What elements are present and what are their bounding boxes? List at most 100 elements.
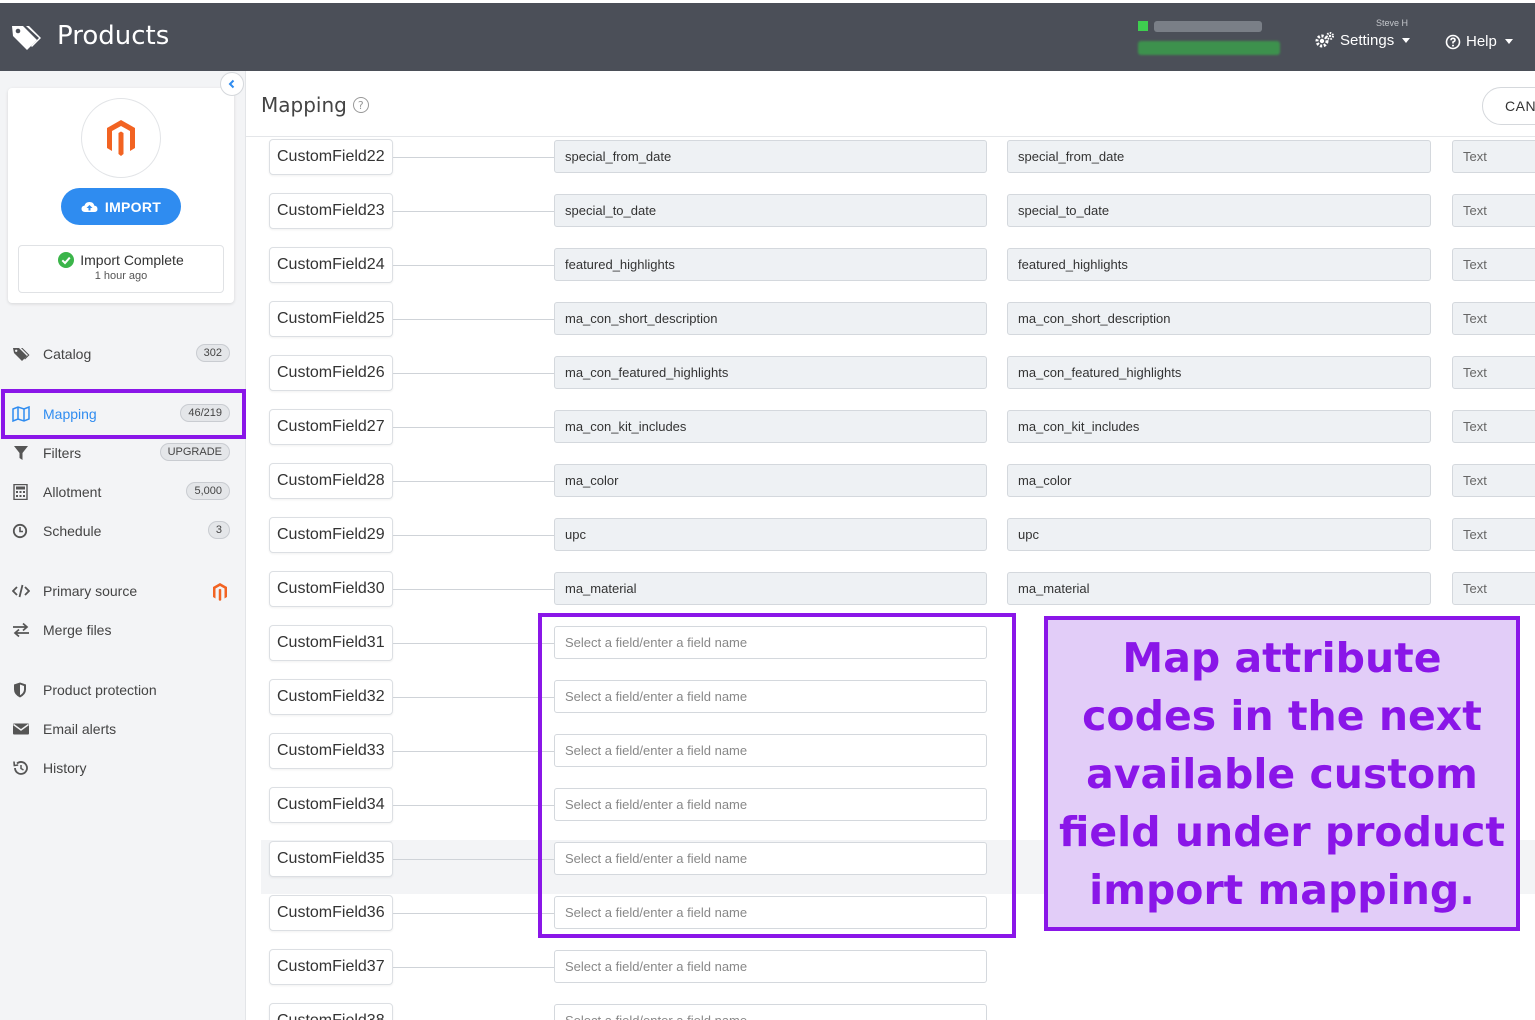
code-icon	[12, 584, 30, 598]
magento-logo-icon	[107, 120, 135, 156]
sidebar-item-schedule[interactable]: Schedule 3	[0, 516, 246, 546]
mapping-row: CustomField26 ma_con_featured_highlights m…	[261, 354, 1535, 408]
sidebar-item-email-alerts[interactable]: Email alerts	[0, 714, 246, 744]
destination-field[interactable]: ma_con_short_description	[1007, 302, 1431, 335]
sidebar-item-filters[interactable]: Filters UPGRADE	[0, 438, 246, 468]
source-field-select[interactable]: ma_con_kit_includes	[554, 410, 987, 443]
destination-field[interactable]: upc	[1007, 518, 1431, 551]
user-name: Steve H	[1376, 18, 1409, 28]
cloud-upload-icon	[81, 201, 98, 212]
mapping-row: CustomField22 special_from_date special_fr…	[261, 138, 1535, 192]
connector-line	[393, 913, 554, 914]
filter-icon	[14, 446, 28, 460]
sidebar-item-label: Product protection	[43, 682, 157, 698]
status-time: 1 hour ago	[94, 270, 148, 282]
custom-field-label: CustomField35	[269, 841, 393, 877]
magento-logo-icon	[213, 583, 227, 601]
mapping-row: CustomField24 featured_highlights featured…	[261, 246, 1535, 300]
import-button[interactable]: IMPORT	[61, 188, 181, 225]
custom-field-label: CustomField38	[269, 1003, 393, 1020]
source-field-select[interactable]: upc	[554, 518, 987, 551]
sidebar-item-label: Merge files	[43, 622, 112, 638]
mapping-row: CustomField28 ma_color ma_color Text	[261, 462, 1535, 516]
sidebar-item-label: Email alerts	[43, 721, 117, 737]
connector-line	[393, 481, 554, 482]
connector-line	[393, 157, 554, 158]
connector-line	[393, 589, 554, 590]
sidebar-item-history[interactable]: History	[0, 753, 246, 783]
source-field-select[interactable]: ma_con_featured_highlights	[554, 356, 987, 389]
connector-line	[393, 805, 554, 806]
source-field-select[interactable]: special_to_date	[554, 194, 987, 227]
account-info-redacted	[1138, 19, 1280, 57]
source-field-input[interactable]: Select a field/enter a field name	[554, 1004, 987, 1020]
source-field-input[interactable]: Select a field/enter a field name	[554, 950, 987, 983]
sidebar-item-merge-files[interactable]: Merge files	[0, 615, 246, 645]
custom-field-label: CustomField22	[269, 139, 393, 175]
settings-menu[interactable]: Settings	[1315, 31, 1411, 49]
tag-icon	[13, 348, 30, 361]
connector-line	[393, 319, 554, 320]
mapping-row: CustomField38 Select a field/enter a fiel…	[261, 1002, 1535, 1020]
source-logo	[81, 98, 161, 178]
destination-field[interactable]: ma_con_kit_includes	[1007, 410, 1431, 443]
custom-field-label: CustomField26	[269, 355, 393, 391]
annotation-callout: Map attribute codes in the next availabl…	[1044, 616, 1520, 931]
collapse-sidebar-button[interactable]	[220, 72, 244, 96]
count-badge: 3	[207, 521, 230, 539]
custom-field-label: CustomField28	[269, 463, 393, 499]
source-field-select[interactable]: ma_color	[554, 464, 987, 497]
help-menu[interactable]: Help	[1445, 33, 1513, 50]
field-type-select[interactable]: Text	[1452, 194, 1535, 227]
source-field-select[interactable]: featured_highlights	[554, 248, 987, 281]
field-type-select[interactable]: Text	[1452, 140, 1535, 173]
destination-field[interactable]: ma_color	[1007, 464, 1431, 497]
connector-line	[393, 427, 554, 428]
help-label: Help	[1466, 33, 1497, 50]
source-card: IMPORT Import Complete 1 hour ago	[8, 88, 234, 303]
mapping-row: CustomField29 upc upc Text	[261, 516, 1535, 570]
connector-line	[393, 211, 554, 212]
help-icon[interactable]: ?	[352, 97, 369, 113]
destination-field[interactable]: ma_material	[1007, 572, 1431, 605]
chevron-left-icon	[228, 79, 235, 89]
connector-line	[393, 859, 554, 860]
chevron-down-icon	[1504, 39, 1513, 44]
connector-line	[393, 535, 554, 536]
source-field-select[interactable]: ma_material	[554, 572, 987, 605]
calculator-icon	[13, 484, 28, 500]
sidebar-item-primary-source[interactable]: Primary source	[0, 576, 246, 606]
check-circle-icon	[58, 252, 75, 268]
arrows-icon	[13, 622, 29, 638]
field-type-select[interactable]: Text	[1452, 464, 1535, 497]
field-type-select[interactable]: Text	[1452, 518, 1535, 551]
sidebar-item-catalog[interactable]: Catalog 302	[0, 339, 246, 369]
import-label: IMPORT	[104, 198, 162, 215]
cancel-button[interactable]: CAN	[1482, 87, 1535, 125]
connector-line	[393, 643, 554, 644]
mapping-row: CustomField25 ma_con_short_description ma_…	[261, 300, 1535, 354]
shield-icon	[14, 682, 26, 698]
source-field-select[interactable]: special_from_date	[554, 140, 987, 173]
count-badge: 5,000	[186, 482, 230, 500]
destination-field[interactable]: special_from_date	[1007, 140, 1431, 173]
sidebar-item-product-protection[interactable]: Product protection	[0, 675, 246, 705]
field-type-select[interactable]: Text	[1452, 356, 1535, 389]
status-title: Import Complete	[80, 252, 184, 268]
destination-field[interactable]: ma_con_featured_highlights	[1007, 356, 1431, 389]
destination-field[interactable]: featured_highlights	[1007, 248, 1431, 281]
source-field-select[interactable]: ma_con_short_description	[554, 302, 987, 335]
field-type-select[interactable]: Text	[1452, 572, 1535, 605]
custom-field-label: CustomField25	[269, 301, 393, 337]
page-title: Mapping ?	[261, 93, 369, 117]
connector-line	[393, 265, 554, 266]
field-type-select[interactable]: Text	[1452, 248, 1535, 281]
count-badge: 302	[195, 344, 230, 362]
mapping-row: CustomField23 special_to_date special_to_d…	[261, 192, 1535, 246]
field-type-select[interactable]: Text	[1452, 410, 1535, 443]
sidebar-item-allotment[interactable]: Allotment 5,000	[0, 477, 246, 507]
gear-icon	[1315, 32, 1334, 48]
destination-field[interactable]: special_to_date	[1007, 194, 1431, 227]
field-type-select[interactable]: Text	[1452, 302, 1535, 335]
help-circle-icon	[1445, 34, 1461, 49]
